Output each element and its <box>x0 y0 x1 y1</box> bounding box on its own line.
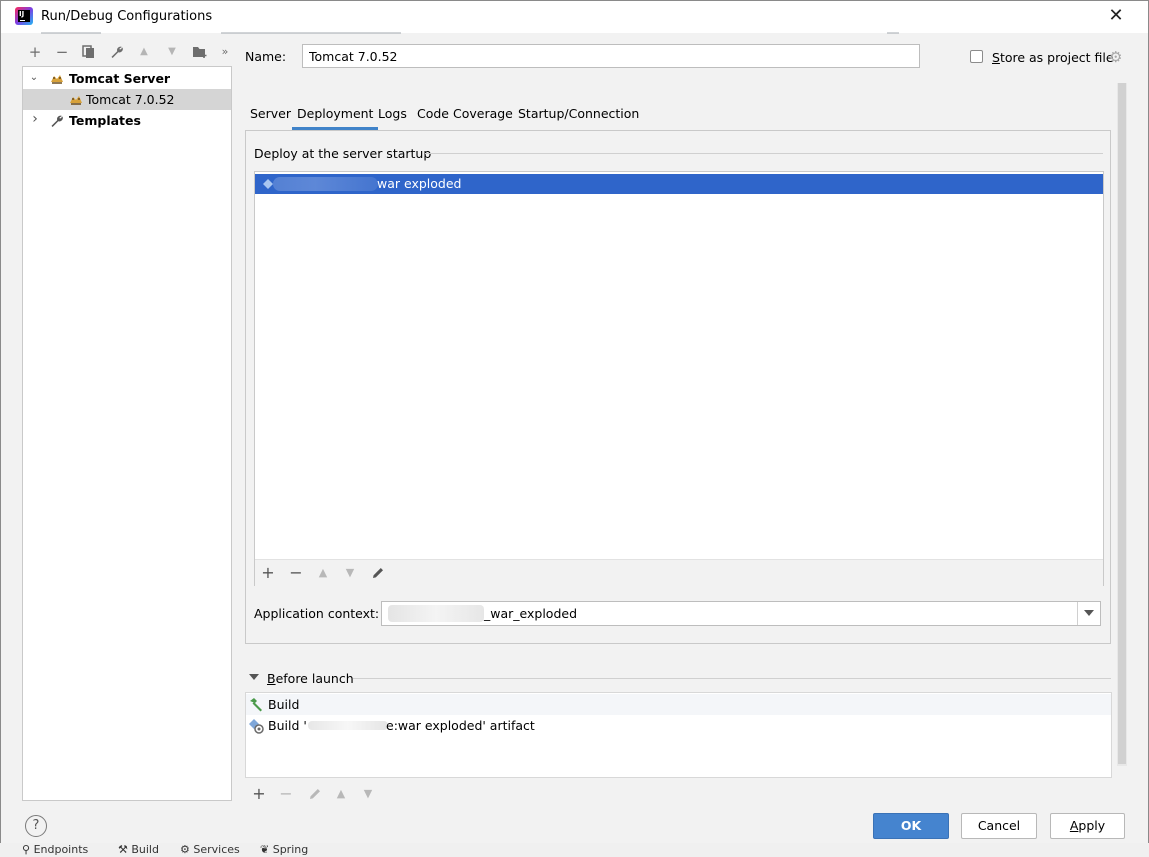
artifact-name: war exploded <box>377 176 462 191</box>
move-up-button[interactable]: ▲ <box>312 562 334 584</box>
move-down-button[interactable]: ▼ <box>357 783 379 805</box>
close-icon[interactable]: ✕ <box>1106 6 1126 26</box>
remove-artifact-button[interactable]: − <box>285 562 307 584</box>
hammer-icon <box>250 698 262 712</box>
spring-tab[interactable]: ❦ Spring <box>260 843 308 856</box>
artifact-icon <box>263 179 273 189</box>
services-tab[interactable]: ⚙ Services <box>180 843 240 856</box>
artifact-icon <box>249 719 264 734</box>
copy-icon <box>82 45 94 58</box>
dropdown-button[interactable] <box>1077 602 1101 625</box>
tab-startup-connection[interactable]: Startup/Connection <box>513 102 644 130</box>
edit-artifact-button[interactable] <box>367 562 389 584</box>
gear-icon[interactable]: ⚙ <box>1109 48 1122 66</box>
remove-task-button[interactable]: − <box>275 783 297 805</box>
tomcat-icon <box>51 75 63 84</box>
edit-task-button[interactable] <box>304 783 326 805</box>
redacted-text <box>388 605 484 622</box>
copy-config-button[interactable] <box>79 42 99 62</box>
tree-item-tomcat-7052[interactable]: Tomcat 7.0.52 <box>23 89 231 110</box>
tree-item-label: Tomcat 7.0.52 <box>86 92 175 107</box>
store-as-project-file-checkbox[interactable] <box>970 50 983 63</box>
list-item[interactable]: Build <box>246 694 1111 715</box>
tree-item-label: Tomcat Server <box>69 71 171 86</box>
build-tab[interactable]: ⚒ Build <box>118 843 159 856</box>
before-launch-item-text: Build <box>268 697 300 712</box>
ide-bottom-toolbar <box>0 843 1149 857</box>
chevron-down-icon <box>1084 610 1094 616</box>
background-ghost <box>221 32 401 34</box>
apply-button[interactable]: Apply <box>1050 813 1125 839</box>
scrollbar-thumb[interactable] <box>1118 83 1126 764</box>
chevron-down-icon[interactable]: ⌄ <box>29 67 39 88</box>
tab-code-coverage[interactable]: Code Coverage <box>412 102 518 130</box>
pencil-icon <box>310 789 320 799</box>
help-button[interactable]: ? <box>25 815 47 837</box>
cancel-button[interactable]: Cancel <box>961 813 1037 839</box>
before-launch-item-text: e:war exploded' artifact <box>386 718 535 733</box>
list-item[interactable]: Build ' e:war exploded' artifact <box>246 715 1111 736</box>
tab-server[interactable]: Server <box>245 102 296 130</box>
window-title: Run/Debug Configurations <box>41 9 213 24</box>
chevron-down-icon[interactable] <box>249 674 259 680</box>
divider <box>353 678 1111 679</box>
config-toolbar: + − ▲ ▼ » <box>21 39 233 65</box>
more-actions-button[interactable]: » <box>215 42 235 62</box>
store-as-project-file-label[interactable]: Store as project file <box>992 50 1114 65</box>
dialog-window: IJ Run/Debug Configurations ✕ + − ▲ ▼ » … <box>0 0 1149 857</box>
endpoints-tab[interactable]: ⚲ Endpoints <box>22 843 88 856</box>
add-task-button[interactable]: + <box>248 783 270 805</box>
deploy-artifact-list[interactable] <box>254 171 1104 586</box>
pencil-icon <box>373 568 383 578</box>
deploy-list-toolbar: + − ▲ ▼ <box>255 559 1103 586</box>
edit-defaults-button[interactable] <box>107 42 127 62</box>
add-artifact-button[interactable]: + <box>257 562 279 584</box>
intellij-icon: IJ <box>15 7 33 25</box>
new-folder-button[interactable] <box>190 42 210 62</box>
add-config-button[interactable]: + <box>25 42 45 62</box>
tree-item-label: Templates <box>69 113 141 128</box>
before-launch-label[interactable]: Before launch <box>267 671 354 686</box>
tree-item-templates[interactable]: › Templates <box>23 110 231 131</box>
application-context-combobox[interactable]: _war_exploded <box>381 601 1101 626</box>
ok-button[interactable]: OK <box>873 813 949 839</box>
application-context-label: Application context: <box>254 606 380 621</box>
wrench-icon <box>51 115 63 127</box>
folder-add-icon <box>193 47 207 58</box>
move-down-button[interactable]: ▼ <box>339 562 361 584</box>
remove-config-button[interactable]: − <box>52 42 72 62</box>
name-label: Name: <box>245 49 287 64</box>
before-launch-toolbar: + − ▲ ▼ <box>246 781 546 805</box>
config-tree[interactable]: ⌄ Tomcat Server Tomcat 7.0.52 › Template… <box>22 66 232 801</box>
application-context-value: _war_exploded <box>484 606 578 621</box>
move-up-button[interactable]: ▲ <box>134 42 154 62</box>
move-up-button[interactable]: ▲ <box>330 783 352 805</box>
list-item[interactable]: war exploded <box>255 174 1103 194</box>
redacted-text <box>273 177 378 191</box>
redacted-text <box>308 721 388 730</box>
tab-deployment[interactable]: Deployment <box>292 102 379 130</box>
before-launch-item-prefix: Build ' <box>268 718 307 733</box>
divider <box>425 153 1103 154</box>
tomcat-icon <box>70 96 82 105</box>
name-field[interactable] <box>302 44 920 68</box>
tab-logs[interactable]: Logs <box>373 102 412 130</box>
wrench-icon <box>111 46 123 58</box>
background-ghost <box>887 32 899 34</box>
tree-item-tomcat-server[interactable]: ⌄ Tomcat Server <box>23 68 231 89</box>
title-bar: IJ Run/Debug Configurations ✕ <box>1 1 1148 33</box>
chevron-right-icon[interactable]: › <box>30 109 40 130</box>
move-down-button[interactable]: ▼ <box>162 42 182 62</box>
deploy-heading: Deploy at the server startup <box>254 146 432 161</box>
background-ghost <box>41 32 101 34</box>
